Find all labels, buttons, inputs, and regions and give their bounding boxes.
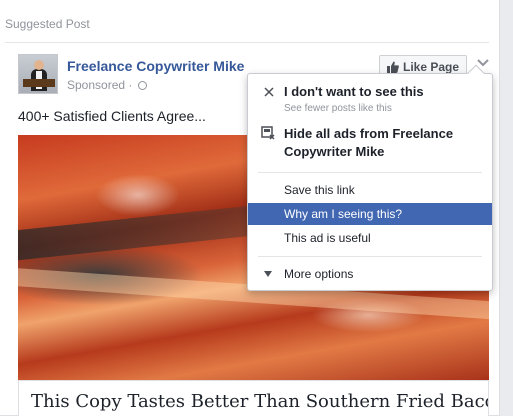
close-icon xyxy=(264,87,274,97)
hide-ads-icon xyxy=(261,126,275,140)
hide-post-subtitle: See fewer posts like this xyxy=(284,103,392,114)
hide-all-ads-title-line2: Copywriter Mike xyxy=(284,144,385,159)
hide-post-title: I don't want to see this xyxy=(284,84,424,99)
hide-all-ads-title-line1: Hide all ads from Freelance xyxy=(284,126,454,141)
caret-down-icon xyxy=(264,271,272,277)
sponsored-label: Sponsored · xyxy=(67,78,147,92)
more-options-label: More options xyxy=(284,267,354,281)
globe-icon xyxy=(137,81,147,90)
menu-item-ad-useful[interactable]: This ad is useful xyxy=(248,227,492,249)
header-divider xyxy=(5,42,489,43)
menu-divider xyxy=(258,256,482,257)
page-avatar[interactable] xyxy=(18,54,58,94)
menu-item-hide-all-ads[interactable]: Hide all ads from Freelance Copywriter M… xyxy=(248,118,492,166)
post-options-menu: I don't want to see this See fewer posts… xyxy=(247,64,493,291)
menu-item-save-link[interactable]: Save this link xyxy=(248,179,492,201)
sponsored-text: Sponsored · xyxy=(67,78,133,92)
post-caption: 400+ Satisfied Clients Agree... xyxy=(18,108,206,124)
like-page-label: Like Page xyxy=(402,60,460,74)
menu-item-more-options[interactable]: More options xyxy=(248,263,492,285)
thumbs-up-icon xyxy=(386,61,399,73)
menu-item-hide-post[interactable]: I don't want to see this See fewer posts… xyxy=(248,74,492,114)
menu-item-why-seeing[interactable]: Why am I seeing this? xyxy=(248,203,492,225)
link-headline[interactable]: This Copy Tastes Better Than Southern Fr… xyxy=(18,380,489,416)
menu-divider xyxy=(258,172,482,173)
page-name-link[interactable]: Freelance Copywriter Mike xyxy=(67,58,244,74)
suggested-post-label: Suggested Post xyxy=(5,17,90,31)
